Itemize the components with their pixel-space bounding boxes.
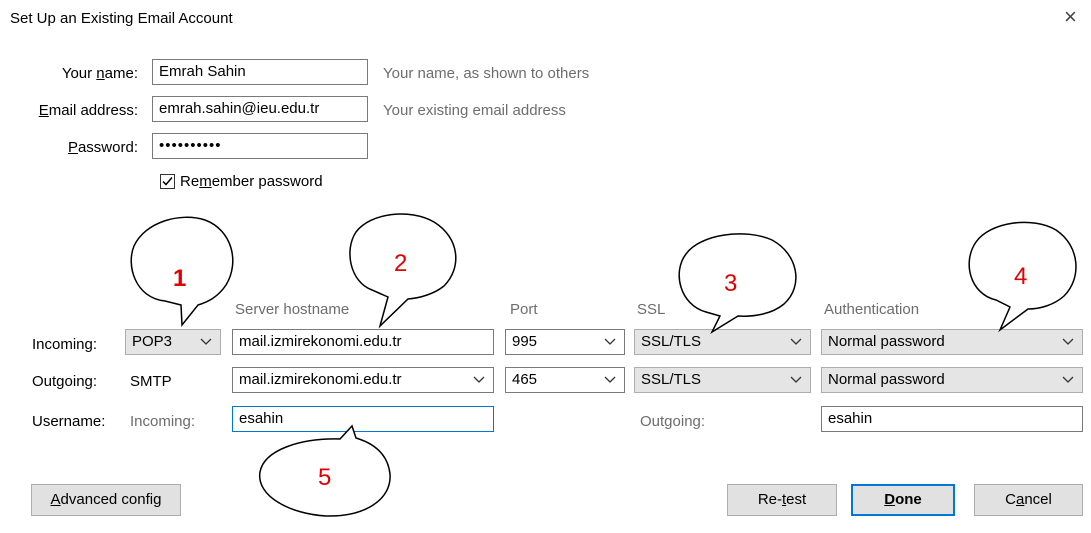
username-outgoing-label: Outgoing: [640,413,706,430]
advanced-config-button[interactable]: Advanced config [31,484,181,516]
callout-number-5: 5 [318,464,332,491]
username-label: Username: [32,413,106,430]
outgoing-auth-select[interactable]: Normal password [821,367,1083,393]
email-input[interactable]: emrah.sahin@ieu.edu.tr [152,96,368,122]
chevron-down-icon [1062,368,1076,392]
incoming-port-value: 995 [512,333,538,350]
outgoing-protocol: SMTP [130,373,172,390]
column-header-authentication: Authentication [824,301,920,318]
incoming-protocol-value: POP3 [132,333,173,350]
outgoing-label: Outgoing: [32,373,98,390]
checkmark-icon [162,177,173,186]
incoming-protocol-select[interactable]: POP3 [125,329,221,355]
email-hint: Your existing email address [383,102,566,119]
incoming-port-select[interactable]: 995 [505,329,625,355]
name-label: Your name: [61,65,138,82]
chevron-down-icon [473,368,487,392]
chevron-down-icon [1062,330,1076,354]
retest-button[interactable]: Re-test [727,484,837,516]
column-header-ssl: SSL [637,301,666,318]
incoming-ssl-value: SSL/TLS [641,333,702,350]
name-hint: Your name, as shown to others [383,65,590,82]
remember-password-label[interactable]: Remember password [180,173,323,190]
outgoing-ssl-value: SSL/TLS [641,371,702,388]
done-button[interactable]: Done [851,484,955,516]
incoming-auth-select[interactable]: Normal password [821,329,1083,355]
column-header-port: Port [510,301,538,318]
chevron-down-icon [790,330,804,354]
incoming-ssl-select[interactable]: SSL/TLS [634,329,811,355]
remember-password-checkbox[interactable] [160,174,175,189]
column-header-hostname: Server hostname [235,301,350,318]
name-input[interactable]: Emrah Sahin [152,59,368,85]
outgoing-port-select[interactable]: 465 [505,367,625,393]
outgoing-auth-value: Normal password [828,371,945,388]
chevron-down-icon [200,330,214,354]
incoming-hostname-input[interactable]: mail.izmirekonomi.edu.tr [232,329,494,355]
callout-number-3: 3 [724,270,738,297]
close-icon[interactable]: × [1064,4,1077,30]
incoming-label: Incoming: [32,336,98,353]
cancel-button[interactable]: Cancel [974,484,1083,516]
password-input[interactable]: •••••••••• [152,133,368,159]
callout-bubble-3 [678,233,797,335]
callout-number-4: 4 [1014,263,1028,290]
outgoing-hostname-select[interactable]: mail.izmirekonomi.edu.tr [232,367,494,393]
username-outgoing-input[interactable]: esahin [821,406,1083,432]
email-label: Email address: [38,102,138,119]
callout-number-2: 2 [394,250,408,277]
outgoing-hostname-value: mail.izmirekonomi.edu.tr [239,371,402,388]
chevron-down-icon [790,368,804,392]
chevron-down-icon [604,368,618,392]
window-title: Set Up an Existing Email Account [10,10,233,27]
callout-number-1: 1 [173,265,187,292]
username-incoming-label: Incoming: [130,413,196,430]
username-incoming-input[interactable]: esahin [232,406,494,432]
chevron-down-icon [604,330,618,354]
outgoing-ssl-select[interactable]: SSL/TLS [634,367,811,393]
outgoing-port-value: 465 [512,371,538,388]
password-label: Password: [67,139,138,156]
incoming-auth-value: Normal password [828,333,945,350]
